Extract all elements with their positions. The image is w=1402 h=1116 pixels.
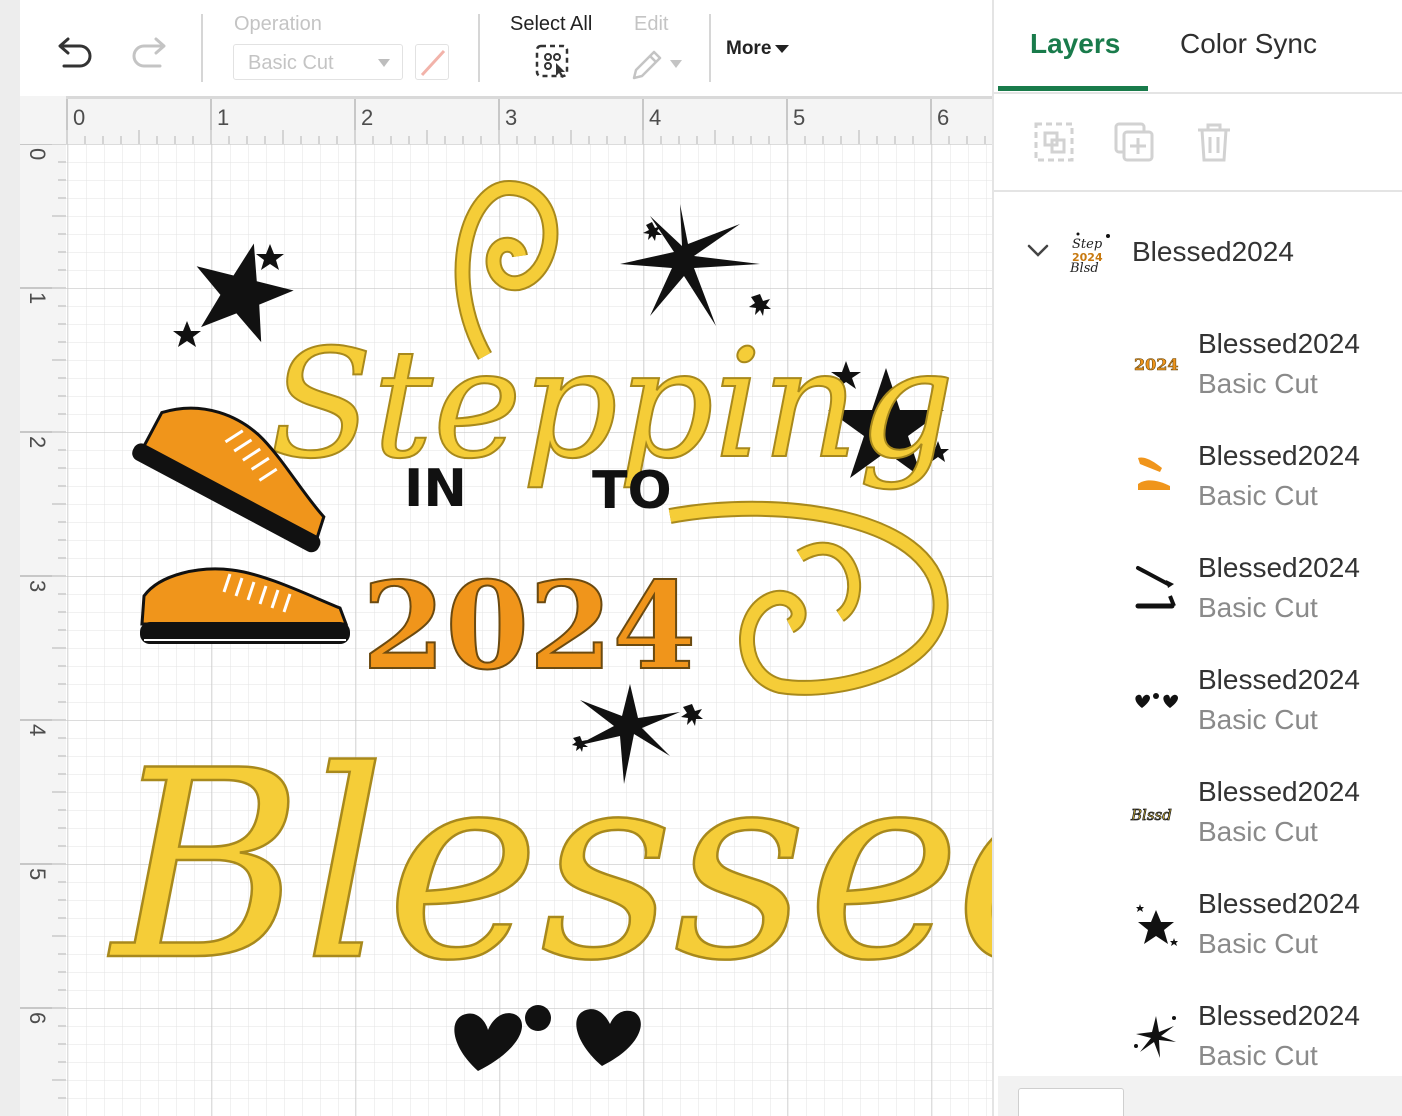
tab-color-sync[interactable]: Color Sync	[1180, 28, 1317, 60]
layer-row[interactable]: Blessed2024 Basic Cut	[994, 430, 1402, 542]
layer-operation: Basic Cut	[1198, 928, 1318, 959]
group-thumbnail: Step 2024 Blsd	[1068, 228, 1118, 274]
delete-icon[interactable]	[1192, 120, 1236, 164]
blessed-text[interactable]: Blessed	[107, 715, 992, 1020]
color-swatch-button[interactable]	[415, 44, 449, 80]
to-text[interactable]: TO	[592, 461, 672, 521]
footer-button[interactable]	[1018, 1088, 1124, 1116]
layer-operation: Basic Cut	[1198, 368, 1318, 399]
pencil-icon	[632, 50, 682, 80]
edit-label: Edit	[634, 13, 669, 35]
layer-row[interactable]: Blessed2024 Basic Cut	[994, 654, 1402, 766]
layer-name: Blessed2024	[1198, 1000, 1360, 1031]
layer-name: Blessed2024	[1198, 440, 1360, 471]
blessed-text-thumb: Blssd	[1130, 806, 1172, 825]
select-all-button[interactable]	[532, 42, 574, 82]
group-name: Blessed2024	[1132, 236, 1294, 267]
hearts-thumb	[1135, 693, 1178, 708]
edit-button[interactable]	[628, 44, 688, 82]
redo-button[interactable]	[126, 30, 174, 74]
layers-panel: Layers Color Sync Step 2024 Blsd Blessed…	[992, 0, 1402, 1116]
operation-value: Basic Cut	[248, 52, 334, 74]
stars-thumb	[1136, 904, 1178, 946]
layer-operation: Basic Cut	[1198, 816, 1318, 847]
operation-select[interactable]: Basic Cut	[233, 44, 403, 80]
layer-row[interactable]: Blessed2024 Basic Cut	[994, 542, 1402, 654]
layer-row[interactable]: 2024 Blessed2024 Basic Cut	[994, 318, 1402, 430]
panel-footer	[998, 1076, 1402, 1116]
layer-name: Blessed2024	[1198, 888, 1360, 919]
design-canvas[interactable]: 0 1 2 3 4 5 6 0 1 2 3 4 5 6 Stepping IN …	[20, 96, 992, 1116]
right-swirl[interactable]	[668, 500, 949, 696]
layer-name: Blessed2024	[1198, 552, 1360, 583]
more-menu-button[interactable]: More	[726, 38, 790, 60]
svg-text:Blssd: Blssd	[1130, 806, 1172, 824]
layer-operation: Basic Cut	[1198, 480, 1318, 511]
in-text[interactable]: IN	[404, 459, 467, 519]
tab-layers[interactable]: Layers	[1030, 28, 1120, 60]
duplicate-icon[interactable]	[1112, 120, 1156, 164]
select-all-icon	[535, 44, 569, 78]
layer-name: Blessed2024	[1198, 328, 1360, 359]
actions-divider	[994, 190, 1402, 192]
2024-text-thumb: 2024	[1134, 355, 1179, 375]
left-edge-strip	[0, 0, 20, 1116]
sparkle-top[interactable]	[620, 204, 771, 326]
svg-text:Blsd: Blsd	[1069, 261, 1099, 274]
tabs-divider	[994, 92, 1402, 94]
no-color-icon	[420, 49, 446, 77]
operation-label: Operation	[234, 13, 322, 35]
sparkles-thumb	[1134, 1016, 1176, 1058]
shoe-flat[interactable]	[140, 567, 350, 644]
redo-icon	[132, 37, 166, 68]
design-artwork[interactable]: Stepping IN TO 2024 Blesse	[20, 96, 992, 1116]
active-tab-indicator	[998, 86, 1148, 91]
layer-operation: Basic Cut	[1198, 592, 1318, 623]
layer-operation: Basic Cut	[1198, 704, 1318, 735]
caret-down-icon	[775, 44, 790, 53]
layer-operation: Basic Cut	[1198, 1040, 1318, 1071]
shoe-soles-thumb	[1135, 566, 1176, 609]
toolbar-divider	[709, 14, 711, 82]
more-label: More	[726, 38, 772, 59]
layer-row[interactable]: Blssd Blessed2024 Basic Cut	[994, 766, 1402, 878]
layer-name: Blessed2024	[1198, 664, 1360, 695]
svg-text:2024: 2024	[1134, 355, 1179, 374]
undo-icon	[58, 37, 92, 68]
chevron-down-icon[interactable]	[1026, 242, 1050, 260]
year-text[interactable]: 2024	[361, 555, 697, 698]
orange-shoes-thumb	[1138, 457, 1170, 490]
top-toolbar: Operation Basic Cut Select All Edit More	[20, 0, 992, 96]
undo-button[interactable]	[50, 30, 98, 74]
group-icon[interactable]	[1032, 120, 1076, 164]
svg-text:Step: Step	[1072, 237, 1103, 252]
layer-group-row[interactable]: Step 2024 Blsd Blessed2024	[994, 220, 1402, 290]
select-all-label: Select All	[510, 13, 593, 35]
toolbar-divider	[201, 14, 203, 82]
toolbar-divider	[478, 14, 480, 82]
layer-row[interactable]: Blessed2024 Basic Cut	[994, 878, 1402, 990]
chevron-down-icon	[378, 59, 390, 67]
layer-name: Blessed2024	[1198, 776, 1360, 807]
